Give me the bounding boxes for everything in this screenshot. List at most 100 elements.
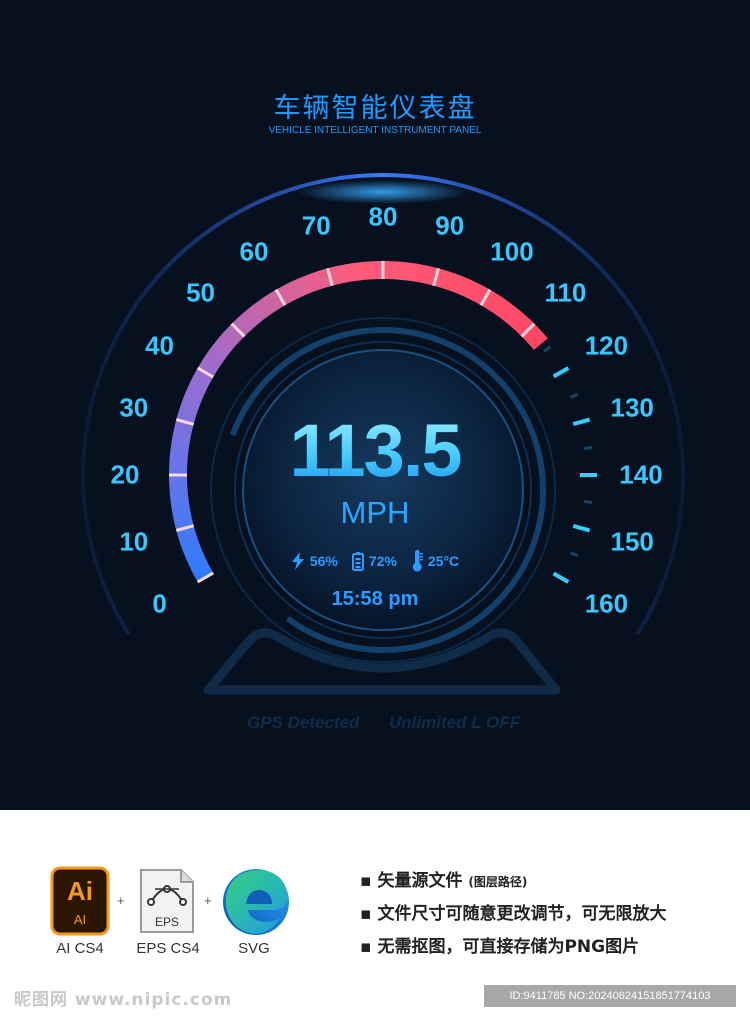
speed-arc-segment <box>219 331 238 350</box>
speed-arc-segment <box>266 291 283 311</box>
feature-note: (图层路径) <box>468 875 528 889</box>
speed-scale-label: 40 <box>145 330 175 361</box>
ai-icon-subtext: AI <box>74 912 86 927</box>
speed-arc-segment <box>405 262 416 282</box>
speed-arc-segment <box>484 292 501 312</box>
speed-minor-tick <box>569 392 579 399</box>
plus-sign-1: + <box>117 893 125 908</box>
feature-item-png: ▪ 无需抠图，可直接存储为PNG图片 <box>360 937 640 957</box>
power-value: 56% <box>309 553 338 569</box>
top-glow <box>298 180 468 204</box>
speed-arc-segment <box>249 303 266 322</box>
speed-arc-segment <box>210 342 229 360</box>
status-row: 56% 72% 25°C <box>0 550 750 572</box>
speed-arc-segment <box>443 271 457 291</box>
speed-tick <box>552 571 570 584</box>
speed-scale-label: 50 <box>186 277 216 308</box>
speed-scale-label: 70 <box>301 210 331 241</box>
temperature-value: 25°C <box>427 553 460 569</box>
speed-arc-segment <box>304 273 318 293</box>
speed-arc-segment <box>278 284 294 304</box>
speed-arc-segment <box>412 263 423 283</box>
speed-arc-segment <box>437 269 450 289</box>
speed-arc-segment <box>344 263 355 283</box>
speed-arc-segment <box>529 332 548 350</box>
bullet-icon: ▪ <box>360 904 378 924</box>
speed-arc-segment <box>214 337 234 355</box>
bullet-icon: ▪ <box>360 937 378 957</box>
watermark-logo: 昵图网 www.nipic.com <box>14 990 233 1010</box>
speed-scale-label: 60 <box>239 236 269 267</box>
speed-arc-segment <box>358 261 368 281</box>
speed-arc-segment <box>330 265 343 285</box>
power-status: 56% <box>291 552 338 570</box>
speed-arc-segment <box>418 264 430 284</box>
speed-unit: MPH <box>340 495 410 530</box>
speed-arc-segment <box>506 308 524 327</box>
feature-item-vector: ▪ 矢量源文件 (图层路径) <box>360 871 528 891</box>
limit-indicator: Unlimited L OFF <box>389 713 520 732</box>
speed-arc-segment <box>188 378 209 393</box>
speed-arc-segment <box>467 282 483 302</box>
speed-arc-segment <box>495 299 513 319</box>
speed-arc-segment <box>185 384 206 399</box>
speed-arc-segment <box>177 531 198 544</box>
speed-arc-segment <box>473 285 489 305</box>
speed-arc-segment <box>223 326 242 345</box>
speed-arc-segment <box>180 537 200 551</box>
speed-arc-segment <box>500 304 518 323</box>
plus-sign-2: + <box>204 893 212 908</box>
speed-arc-segment <box>233 316 251 335</box>
eps-icon-text: EPS <box>155 915 179 929</box>
speed-arc-segment <box>511 312 529 332</box>
ai-icon-text: Ai <box>67 876 93 906</box>
speed-arc-segment <box>198 359 218 376</box>
speed-tick <box>552 366 570 379</box>
battery-value: 72% <box>368 553 397 569</box>
speed-arc-segment <box>243 307 261 327</box>
eps-format-label: EPS CS4 <box>136 940 200 957</box>
speed-arc-segment <box>191 372 212 387</box>
battery-status: 72% <box>351 551 397 571</box>
speed-scale-label: 90 <box>435 210 465 241</box>
speed-arc-segment <box>310 271 324 291</box>
speed-arc-segment <box>180 397 201 411</box>
speed-arc-segment <box>399 261 409 281</box>
clock: 15:58 pm <box>331 588 419 610</box>
speed-arc-segment <box>490 295 507 315</box>
ai-format-label: AI CS4 <box>56 940 104 957</box>
speed-arc-segment <box>254 299 272 319</box>
thermometer-icon <box>411 550 423 572</box>
speed-readout: 113.5 <box>0 408 750 493</box>
panel-title: 车辆智能仪表盘 <box>273 93 477 124</box>
speed-arc-segment <box>337 264 349 284</box>
speed-scale-label: 80 <box>368 201 398 232</box>
speed-arc-segment <box>351 262 362 282</box>
speed-arc-segment <box>455 276 470 296</box>
svg-file-icon <box>220 866 292 942</box>
speed-minor-tick <box>543 345 552 353</box>
speed-arc-segment <box>183 391 203 405</box>
speed-arc-segment <box>297 275 312 296</box>
speed-arc-segment <box>291 278 306 298</box>
speed-arc-segment <box>525 327 544 346</box>
speed-arc-segment <box>449 273 464 294</box>
lightning-icon <box>291 552 305 570</box>
battery-icon <box>351 551 364 571</box>
speed-arc-segment <box>515 317 534 336</box>
svg-format-label: SVG <box>238 940 270 957</box>
speed-arc-segment <box>425 266 437 286</box>
speed-scale-label: 120 <box>584 330 629 361</box>
speed-arc-segment <box>461 279 476 299</box>
speed-arc-segment <box>260 295 277 315</box>
speed-arc-segment <box>238 312 256 331</box>
dashboard-panel: 车辆智能仪表盘 VEHICLE INTELLIGENT INSTRUMENT P… <box>0 0 750 810</box>
speed-arc-segment <box>317 269 330 289</box>
eps-file-icon: EPS <box>137 866 197 940</box>
bullet-icon: ▪ <box>360 871 378 891</box>
ai-file-icon: Ai AI <box>50 866 110 940</box>
panel-subtitle: VEHICLE INTELLIGENT INSTRUMENT PANEL <box>268 125 482 136</box>
speed-scale-label: 110 <box>544 277 587 308</box>
speed-arc-segment <box>202 354 222 370</box>
speed-scale-label: 100 <box>490 236 534 267</box>
